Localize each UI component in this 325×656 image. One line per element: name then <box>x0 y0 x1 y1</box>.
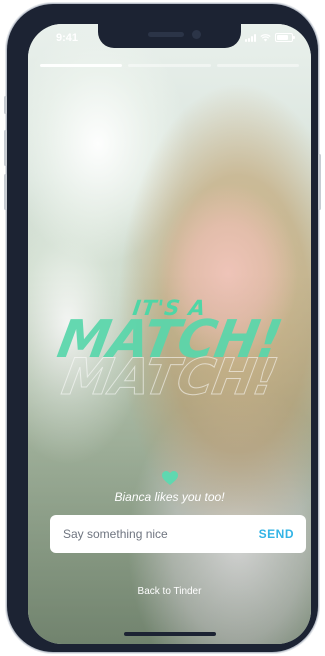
photo-progress-segment <box>216 64 299 67</box>
match-screen: 9:41 IT'S A MATCH! MATCH! Bianca likes y… <box>28 24 311 644</box>
home-indicator[interactable] <box>124 632 216 636</box>
message-box: SEND <box>50 514 306 554</box>
mute-switch <box>4 96 7 114</box>
volume-down-button <box>4 174 7 210</box>
photo-progress-segment <box>128 64 211 67</box>
photo-progress-segment <box>40 64 123 67</box>
match-headline: IT'S A MATCH! MATCH! <box>28 296 311 416</box>
status-time: 9:41 <box>56 32 79 44</box>
photo-progress-bars <box>40 64 299 67</box>
signal-icon <box>245 33 256 42</box>
wifi-icon <box>260 33 271 41</box>
send-button[interactable]: SEND <box>251 515 306 553</box>
power-button <box>318 154 321 210</box>
volume-up-button <box>4 130 7 166</box>
message-input[interactable] <box>50 514 251 554</box>
status-bar: 9:41 <box>28 24 311 48</box>
heart-icon <box>162 471 178 485</box>
match-title-shadow: MATCH! <box>57 348 282 407</box>
status-icons <box>245 33 295 42</box>
likes-you-text: Bianca likes you too! <box>114 490 225 504</box>
battery-icon <box>275 33 295 42</box>
back-to-tinder-link[interactable]: Back to Tinder <box>28 586 311 597</box>
